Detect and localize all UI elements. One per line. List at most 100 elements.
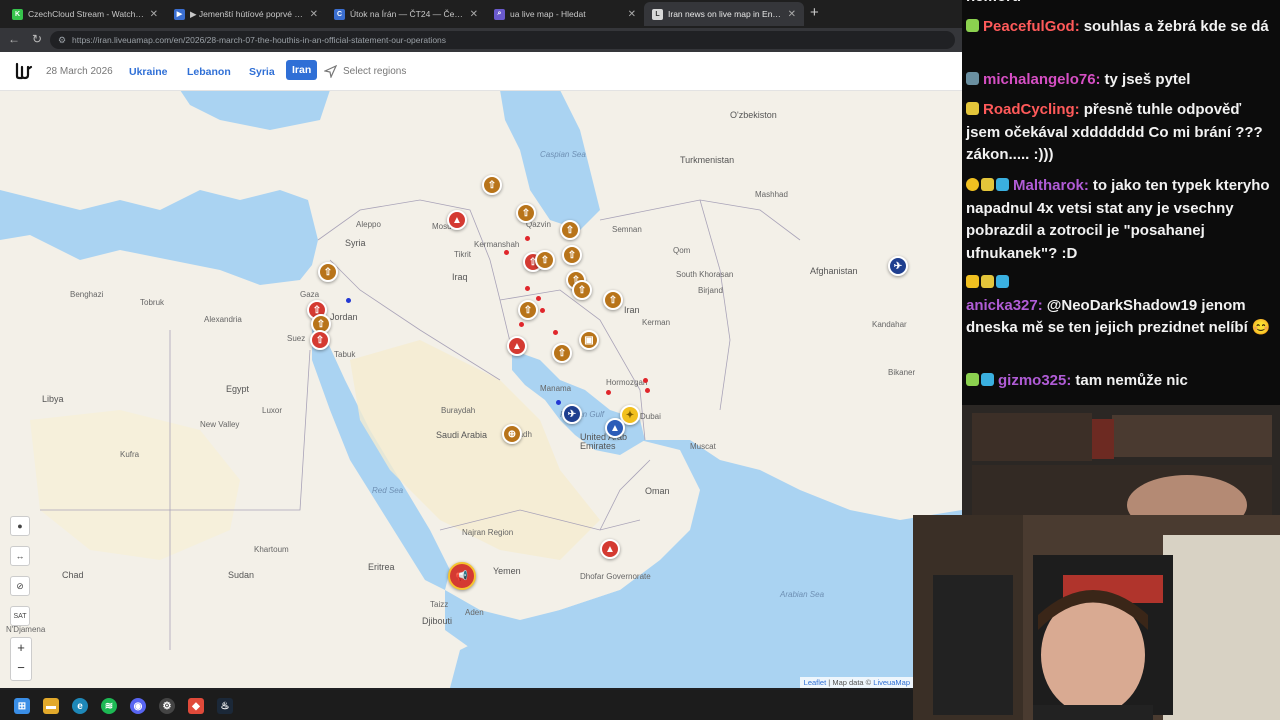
czechcloud-icon: K: [12, 8, 23, 20]
site-info-icon[interactable]: ⚙: [58, 31, 66, 49]
event-dot[interactable]: [504, 250, 509, 255]
label-birjand: Birjand: [698, 286, 723, 295]
user-badges: [966, 99, 981, 122]
badge-icon: [966, 275, 979, 288]
current-date[interactable]: 28 March 2026: [46, 66, 113, 77]
leaflet-link[interactable]: Leaflet: [804, 678, 827, 687]
event-dot[interactable]: [525, 236, 530, 241]
label-syria: Syria: [345, 238, 366, 248]
close-icon[interactable]: ✕: [628, 9, 636, 20]
label-iran: Iran: [624, 305, 640, 315]
chat-message: PeacefulGod: souhlas a žebrá kde se dá: [966, 16, 1276, 39]
map-marker-base[interactable]: ▲: [605, 418, 625, 438]
bookshelf-image: [962, 405, 1280, 517]
zoom-in-button[interactable]: +: [11, 638, 31, 658]
event-dot[interactable]: [525, 286, 530, 291]
map-marker-missile[interactable]: ⇧: [318, 262, 338, 282]
map-marker-aircraft[interactable]: ✈: [562, 404, 582, 424]
event-dot[interactable]: [540, 308, 545, 313]
region-iran[interactable]: Iran: [286, 60, 318, 80]
expand-button[interactable]: ↔: [10, 546, 30, 566]
map-marker-airstrike[interactable]: ▲: [507, 336, 527, 356]
label-taizz: Taizz: [430, 600, 449, 609]
badge-icon: [966, 373, 979, 386]
map-marker-missile[interactable]: ⇧: [482, 175, 502, 195]
zoom-out-button[interactable]: −: [11, 658, 31, 678]
close-icon[interactable]: ✕: [788, 9, 796, 20]
close-icon[interactable]: ✕: [310, 9, 318, 20]
map-marker-airstrike[interactable]: ▲: [600, 539, 620, 559]
badge-icon: [996, 275, 1009, 288]
discord-icon[interactable]: ◉: [130, 698, 146, 714]
provider-link[interactable]: LiveuaMap: [873, 678, 910, 687]
webcam-image: [913, 515, 1280, 720]
label-libya: Libya: [42, 394, 64, 404]
region-ukraine[interactable]: Ukraine: [129, 66, 168, 78]
close-icon[interactable]: ✕: [470, 9, 478, 20]
chat-username[interactable]: anicka327:: [966, 297, 1043, 314]
address-bar[interactable]: ⚙ https://iran.liveuamap.com/en/2026/28-…: [50, 31, 955, 49]
ct24-icon: C: [334, 8, 345, 20]
hide-button[interactable]: ⊘: [10, 576, 30, 596]
steam-icon[interactable]: ♨: [217, 698, 233, 714]
label-yemen: Yemen: [493, 566, 521, 576]
event-dot[interactable]: [606, 390, 611, 395]
chat-username[interactable]: Maltharok:: [1013, 177, 1089, 194]
webcam-feed: [913, 515, 1280, 720]
map-marker-missile[interactable]: ⇧: [560, 220, 580, 240]
label-manama: Manama: [540, 384, 572, 393]
settings-icon[interactable]: ⚙: [159, 698, 175, 714]
label-iraq: Iraq: [452, 272, 468, 282]
tab-liveuamap[interactable]: L Iran news on live map in English - ✕: [644, 2, 804, 26]
app-icon[interactable]: ◆: [188, 698, 204, 714]
file-explorer-icon[interactable]: ▬: [43, 698, 59, 714]
map-canvas[interactable]: Syria Iraq Iran Saudi Arabia Egypt Libya…: [0, 90, 962, 688]
label-tikrit: Tikrit: [454, 250, 472, 259]
event-dot[interactable]: [553, 330, 558, 335]
map-marker-announcement[interactable]: 📢: [448, 562, 476, 590]
chat-username[interactable]: PeacefulGod:: [983, 18, 1080, 35]
map-marker-aircraft[interactable]: ✈: [888, 256, 908, 276]
event-dot[interactable]: [519, 322, 524, 327]
map-marker-missile[interactable]: ⇧: [535, 250, 555, 270]
chat-username[interactable]: michalangelo76:: [983, 71, 1101, 88]
tab-search[interactable]: ⌕ ua live map - Hledat ✕: [486, 2, 644, 26]
legend-button[interactable]: ●: [10, 516, 30, 536]
label-ndjamena: N'Djamena: [6, 625, 46, 634]
map-marker-missile[interactable]: ⇧: [552, 343, 572, 363]
windows-start-icon[interactable]: ⊞: [14, 698, 30, 714]
new-tab-icon[interactable]: +: [810, 4, 819, 21]
tab-youtube[interactable]: ▶ ▶ Jemenští hútíové poprvé od zač ✕: [166, 2, 326, 26]
back-icon[interactable]: ←: [8, 32, 20, 46]
label-uzbekistan: O'zbekiston: [730, 110, 777, 120]
region-syria[interactable]: Syria: [249, 66, 275, 78]
event-dot[interactable]: [536, 296, 541, 301]
liveuamap-logo-icon[interactable]: [14, 61, 34, 81]
event-dot[interactable]: [556, 400, 561, 405]
select-regions-button[interactable]: Select regions: [324, 65, 406, 78]
map-marker-missile[interactable]: ⇧: [518, 300, 538, 320]
spotify-icon[interactable]: ≋: [101, 698, 117, 714]
map-marker-missile[interactable]: ⇧: [562, 245, 582, 265]
map-marker-missile[interactable]: ▣: [579, 330, 599, 350]
map-marker-target[interactable]: ⊕: [502, 424, 522, 444]
tab-czechcloud[interactable]: K CzechCloud Stream - Watch Live o ✕: [4, 2, 166, 26]
map-marker-airstrike[interactable]: ⇧: [310, 330, 330, 350]
map-marker-missile[interactable]: ⇧: [572, 280, 592, 300]
event-dot[interactable]: [645, 388, 650, 393]
label-bikaner: Bikaner: [888, 368, 916, 377]
satellite-toggle[interactable]: SAT: [10, 606, 30, 626]
event-dot[interactable]: [346, 298, 351, 303]
close-icon[interactable]: ✕: [150, 9, 158, 20]
region-lebanon[interactable]: Lebanon: [187, 66, 231, 78]
tab-ct24[interactable]: C Útok na Írán — ČT24 — Česká tele ✕: [326, 2, 486, 26]
chat-username[interactable]: RoadCycling:: [983, 101, 1080, 118]
map-marker-missile[interactable]: ⇧: [603, 290, 623, 310]
label-arabian-sea: Arabian Sea: [780, 590, 825, 599]
event-dot[interactable]: [643, 378, 648, 383]
reload-icon[interactable]: ↻: [32, 32, 42, 46]
chat-username[interactable]: gizmo325:: [998, 372, 1071, 389]
map-marker-missile[interactable]: ⇧: [516, 203, 536, 223]
map-marker-airstrike[interactable]: ▲: [447, 210, 467, 230]
edge-browser-icon[interactable]: e: [72, 698, 88, 714]
